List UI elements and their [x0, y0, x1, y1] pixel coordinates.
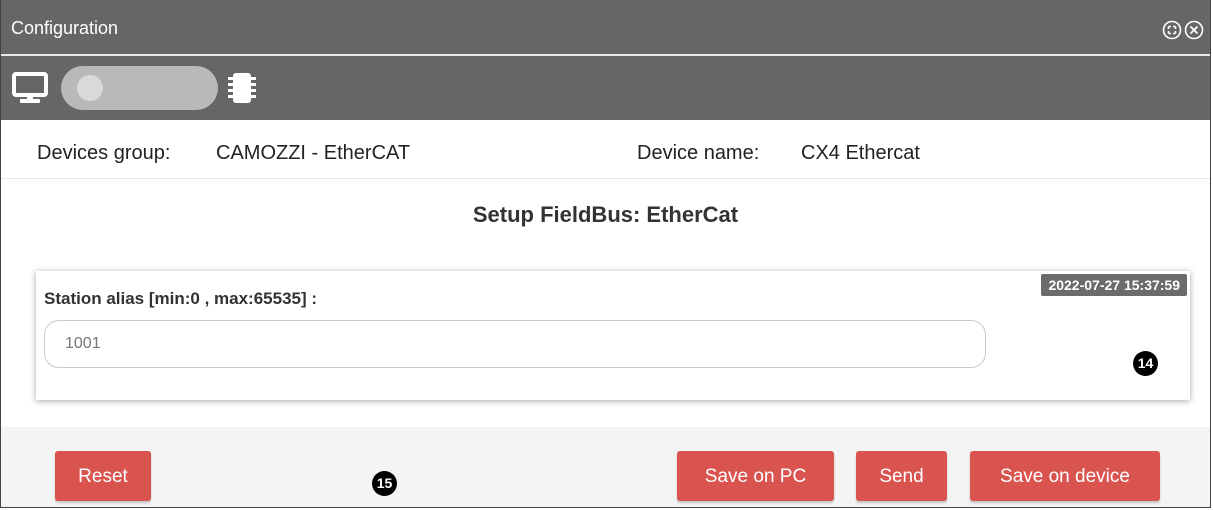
station-alias-label: Station alias [min:0 , max:65535] : [44, 289, 318, 308]
chip-icon [228, 73, 256, 103]
title-bar: Configuration [1, 0, 1210, 56]
reset-button[interactable]: Reset [55, 451, 151, 501]
title-bar-icons [1162, 20, 1204, 40]
pc-device-toggle[interactable] [61, 66, 218, 110]
window-title: Configuration [11, 18, 119, 38]
devices-group-label: Devices group: [37, 142, 171, 164]
save-on-pc-button[interactable]: Save on PC [677, 451, 834, 501]
section-title: Setup FieldBus: EtherCat [472, 202, 739, 227]
device-name-label: Device name: [637, 142, 760, 164]
station-alias-input[interactable] [44, 320, 986, 368]
send-button[interactable]: Send [856, 451, 947, 501]
device-info-row: Devices group: CAMOZZI - EtherCAT Device… [1, 120, 1210, 179]
devices-group-value: CAMOZZI - EtherCAT [216, 142, 411, 164]
expand-icon[interactable] [1162, 20, 1182, 40]
toggle-knob [77, 75, 103, 101]
device-name-value: CX4 Ethercat [801, 142, 920, 164]
callout-marker-15: 15 [372, 471, 397, 496]
monitor-icon [12, 72, 48, 103]
toolbar [1, 56, 1210, 120]
timestamp-badge: 2022-07-27 15:37:59 [1041, 274, 1187, 296]
callout-marker-14: 14 [1133, 351, 1158, 376]
close-circle-icon[interactable] [1184, 20, 1204, 40]
footer-actions: Reset 15 Save on PC Send Save on device [1, 427, 1210, 508]
footer-bottom-border [1, 507, 1210, 508]
save-on-device-button[interactable]: Save on device [970, 451, 1160, 501]
configuration-window: Configuration Devices group: CAMOZZI - E… [0, 0, 1211, 508]
station-alias-card: Station alias [min:0 , max:65535] : 2022… [36, 271, 1190, 400]
